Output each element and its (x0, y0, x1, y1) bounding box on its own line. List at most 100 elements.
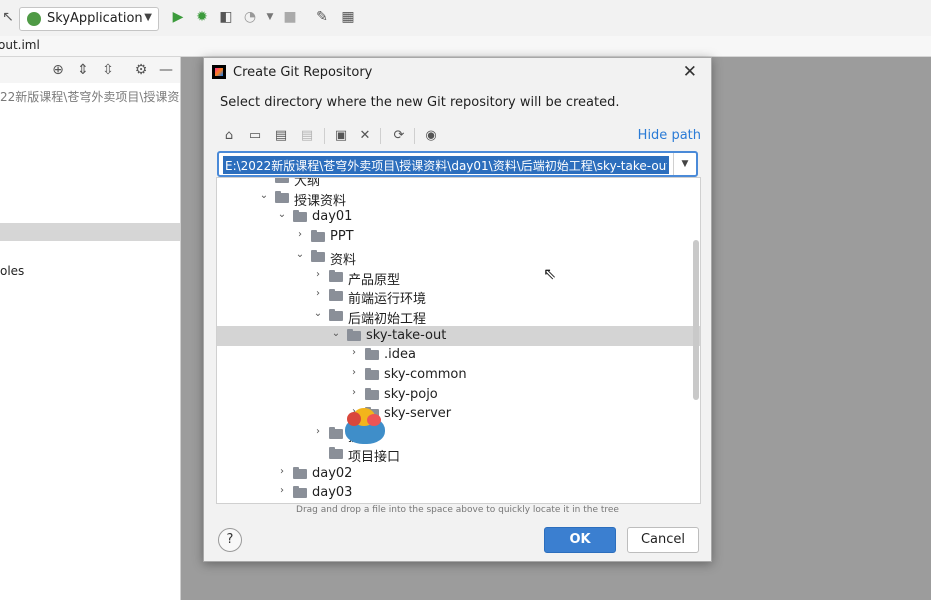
intellij-logo-icon (212, 65, 226, 79)
tree-row-label: 项目接口 (348, 449, 401, 465)
locate-icon[interactable]: ⊕ (50, 62, 66, 78)
chevron-right-icon[interactable]: › (312, 269, 324, 280)
tree-row[interactable]: › sky-common (217, 365, 700, 385)
path-field[interactable]: ▼ (217, 151, 698, 177)
wrench-icon[interactable]: ✎ (314, 9, 330, 25)
project-icon[interactable]: ▤ (272, 127, 290, 145)
run-icon[interactable]: ▶ (170, 9, 186, 25)
chevron-right-icon[interactable]: › (348, 347, 360, 358)
tree-row-label: day02 (312, 465, 353, 481)
panel-divider-band (0, 223, 180, 241)
chevron-right-icon[interactable]: › (312, 288, 324, 299)
minimize-icon[interactable]: — (158, 62, 174, 78)
collapse-all-icon[interactable]: ⇳ (100, 62, 116, 78)
cancel-button[interactable]: Cancel (627, 527, 699, 553)
tree-row-label: 后端初始工程 (348, 311, 427, 327)
chevron-down-icon[interactable]: ⌄ (312, 308, 324, 319)
chevron-down-icon[interactable]: ⌄ (276, 209, 288, 220)
create-git-repository-dialog: Create Git Repository ✕ Select directory… (203, 57, 712, 562)
tree-row-label: day03 (312, 485, 353, 501)
folder-icon (311, 249, 325, 262)
toolbar-separator (324, 128, 325, 144)
delete-icon[interactable]: ✕ (356, 127, 374, 145)
project-panel: ⊕ ⇕ ⇳ ⚙ — 22新版课程\苍穹外卖项目\授课资料 oles (0, 57, 181, 600)
coverage-icon[interactable]: ◧ (218, 9, 234, 25)
ide-toolbar: ↖ SkyApplication ▼ ▶ ✹ ◧ ◔ ▼ ■ ✎ ▦ (0, 0, 931, 37)
chevron-right-icon[interactable]: › (294, 229, 306, 240)
show-hidden-icon[interactable]: ◉ (422, 127, 440, 145)
module-icon[interactable]: ▤ (298, 127, 316, 145)
chevron-down-icon[interactable]: ▼ (673, 153, 696, 175)
refresh-icon[interactable]: ⟳ (390, 127, 408, 145)
ok-button[interactable]: OK (544, 527, 616, 553)
project-tree-item[interactable]: oles (0, 264, 24, 278)
directory-tree[interactable]: ›大纲⌄授课资料⌄day01›PPT⌄资料›产品原型›前端运行环境⌄后端初始工程… (216, 177, 701, 504)
chevron-down-icon[interactable]: ⌄ (294, 249, 306, 260)
expand-all-icon[interactable]: ⇕ (75, 62, 91, 78)
home-icon[interactable]: ⌂ (220, 127, 238, 145)
tree-row[interactable]: › 前端运行环境 (217, 286, 700, 307)
tree-scrollbar[interactable] (693, 240, 699, 400)
file-chooser-toolbar: ⌂ ▭ ▤ ▤ ▣ ✕ ⟳ ◉ (216, 124, 701, 148)
spring-app-icon (27, 12, 41, 26)
breadcrumb-file[interactable]: out.iml (0, 38, 40, 52)
tree-row-label: day01 (312, 209, 353, 225)
stop-icon[interactable]: ■ (282, 9, 298, 25)
project-structure-icon[interactable]: ▦ (340, 9, 356, 25)
folder-icon (329, 427, 343, 440)
chevron-down-icon[interactable]: ⌄ (258, 190, 270, 201)
folder-icon (365, 368, 379, 380)
tree-row-label: 资料 (330, 252, 357, 268)
tree-row[interactable]: › day03 (217, 483, 700, 503)
more-run-options-icon[interactable]: ▼ (262, 9, 278, 25)
help-button[interactable]: ? (218, 528, 242, 552)
folder-icon (365, 348, 379, 361)
chevron-right-icon[interactable]: › (276, 485, 288, 496)
tree-row[interactable]: ›大纲 (217, 178, 700, 189)
back-arrow-icon[interactable]: ↖ (0, 9, 16, 25)
chevron-right-icon[interactable]: › (348, 387, 360, 398)
tree-row[interactable]: › day02 (217, 464, 700, 484)
tree-row[interactable]: ⌄ day01 (217, 207, 700, 227)
tree-row[interactable]: ›sky-server (217, 404, 700, 424)
profiler-icon[interactable]: ◔ (242, 9, 258, 25)
project-root-path: 22新版课程\苍穹外卖项目\授课资料 (0, 90, 180, 104)
gear-icon[interactable]: ⚙ (133, 62, 149, 78)
folder-icon (329, 308, 343, 321)
close-icon[interactable]: ✕ (683, 62, 697, 82)
tree-row-label: 授课资料 (294, 193, 347, 209)
dialog-description: Select directory where the new Git repos… (220, 95, 620, 110)
project-panel-toolbar: ⊕ ⇕ ⇳ ⚙ — (0, 57, 180, 83)
tree-row[interactable]: ⌄ 授课资料 (217, 188, 700, 209)
new-folder-icon[interactable]: ▣ (332, 127, 350, 145)
chevron-right-icon[interactable]: › (258, 178, 270, 181)
path-input[interactable] (223, 156, 669, 174)
tree-row[interactable]: › sky-pojo (217, 385, 700, 405)
folder-icon (329, 289, 343, 302)
chevron-down-icon: ▼ (144, 12, 152, 23)
tree-row-label: sky-take-out (366, 327, 447, 343)
tree-row[interactable]: ⌄ sky-take-out (217, 325, 700, 346)
desktop-icon[interactable]: ▭ (246, 127, 264, 145)
chevron-right-icon[interactable]: › (312, 426, 324, 437)
tree-row[interactable]: ⌄ 后端初始工程 (217, 306, 700, 327)
tree-row-label: 产品原型 (348, 272, 401, 288)
tree-row[interactable]: ⌄ 资料 (217, 247, 700, 268)
tree-row-label: sky-server (384, 406, 452, 422)
chevron-right-icon[interactable]: › (276, 466, 288, 477)
chevron-right-icon[interactable]: › (348, 367, 360, 378)
tree-row[interactable]: › 产品原型 (217, 267, 700, 288)
tree-row[interactable]: › PPT (217, 227, 700, 247)
run-configuration-select[interactable]: SkyApplication ▼ (19, 7, 159, 31)
mouse-cursor-icon: ⇖ (543, 264, 557, 283)
folder-icon (329, 269, 343, 282)
chevron-down-icon[interactable]: ⌄ (330, 328, 342, 339)
hide-path-link[interactable]: Hide path (638, 128, 701, 143)
tree-row[interactable]: 项目接口 (217, 444, 700, 465)
tree-row[interactable]: ›据库 (217, 424, 700, 445)
folder-icon (311, 230, 325, 243)
folder-icon (293, 486, 307, 499)
tree-row[interactable]: › .idea (217, 345, 700, 365)
run-configuration-label: SkyApplication (47, 11, 143, 26)
debug-icon[interactable]: ✹ (194, 9, 210, 25)
